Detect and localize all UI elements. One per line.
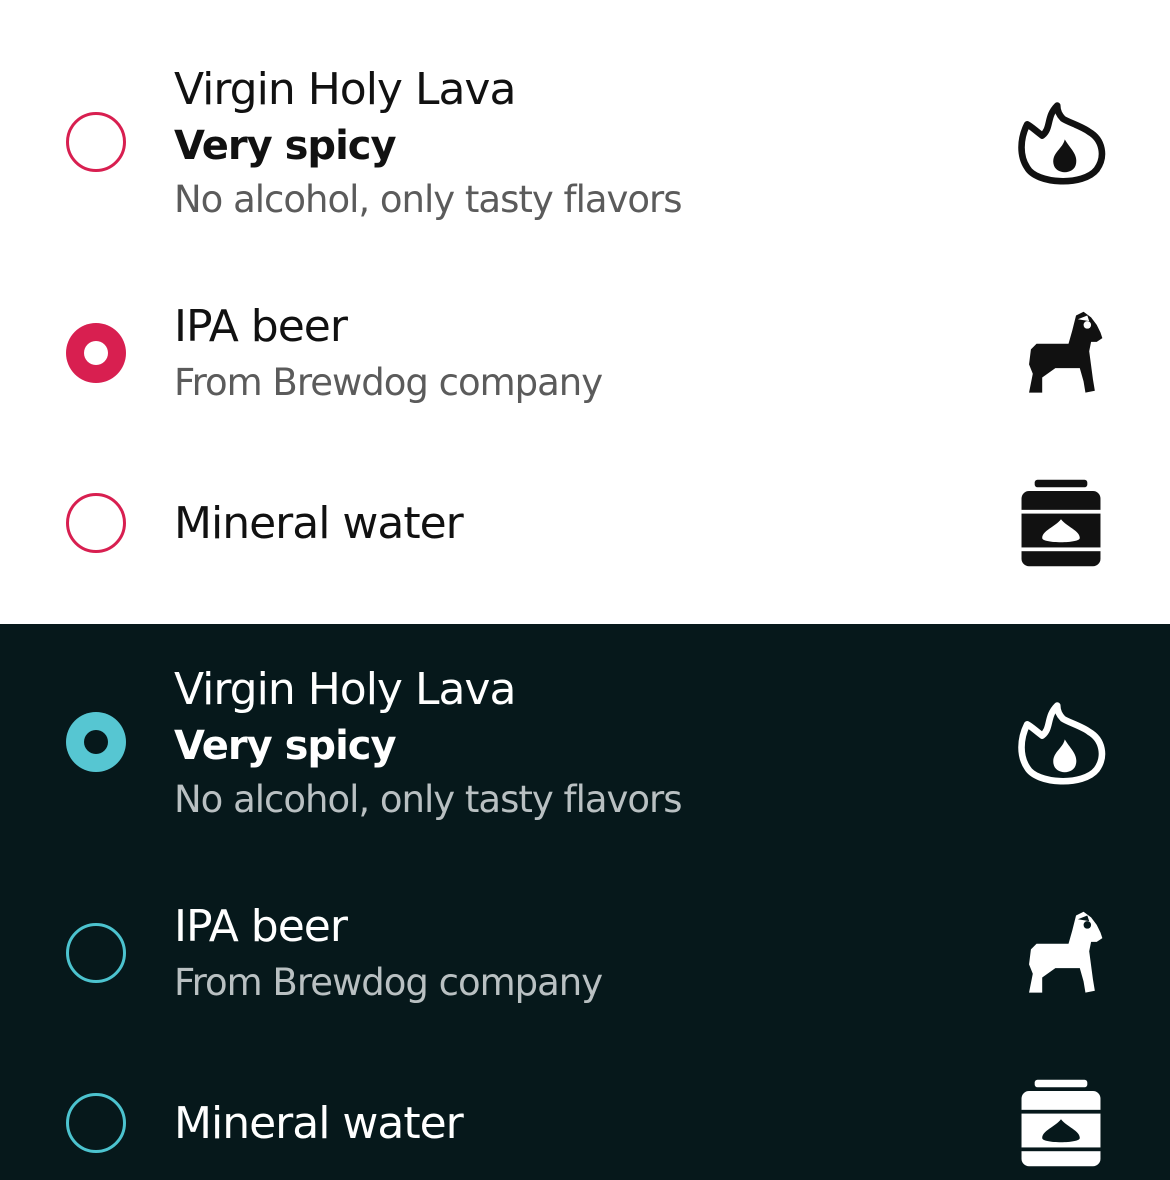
dog-icon	[1014, 908, 1108, 1002]
item-emphasis: Very spicy	[174, 123, 397, 169]
flame-icon	[1014, 698, 1108, 792]
radio-button-checked[interactable]	[66, 712, 126, 772]
item-subtitle: No alcohol, only tasty flavors	[174, 178, 683, 221]
item-subtitle: From Brewdog company	[174, 961, 603, 1004]
water-jar-icon	[1014, 1076, 1108, 1170]
radio-button-checked[interactable]	[66, 323, 126, 383]
item-title: IPA beer	[174, 301, 348, 352]
dark-theme-panel: Virgin Holy Lava Very spicy No alcohol, …	[0, 624, 1170, 1180]
water-jar-icon	[1014, 476, 1108, 570]
dog-icon	[1014, 308, 1108, 402]
radio-button-unchecked[interactable]	[66, 1093, 126, 1153]
item-emphasis: Very spicy	[174, 723, 397, 769]
item-title: Mineral water	[174, 1098, 464, 1149]
item-title: Virgin Holy Lava	[174, 64, 516, 115]
radio-button-unchecked[interactable]	[66, 493, 126, 553]
light-theme-panel: Virgin Holy Lava Very spicy No alcohol, …	[0, 0, 1170, 624]
item-subtitle: From Brewdog company	[174, 361, 603, 404]
radio-button-unchecked[interactable]	[66, 923, 126, 983]
item-subtitle: No alcohol, only tasty flavors	[174, 778, 683, 821]
item-title: Mineral water	[174, 498, 464, 549]
item-title: Virgin Holy Lava	[174, 664, 516, 715]
radio-button-unchecked[interactable]	[66, 112, 126, 172]
flame-icon	[1014, 98, 1108, 192]
item-title: IPA beer	[174, 901, 348, 952]
